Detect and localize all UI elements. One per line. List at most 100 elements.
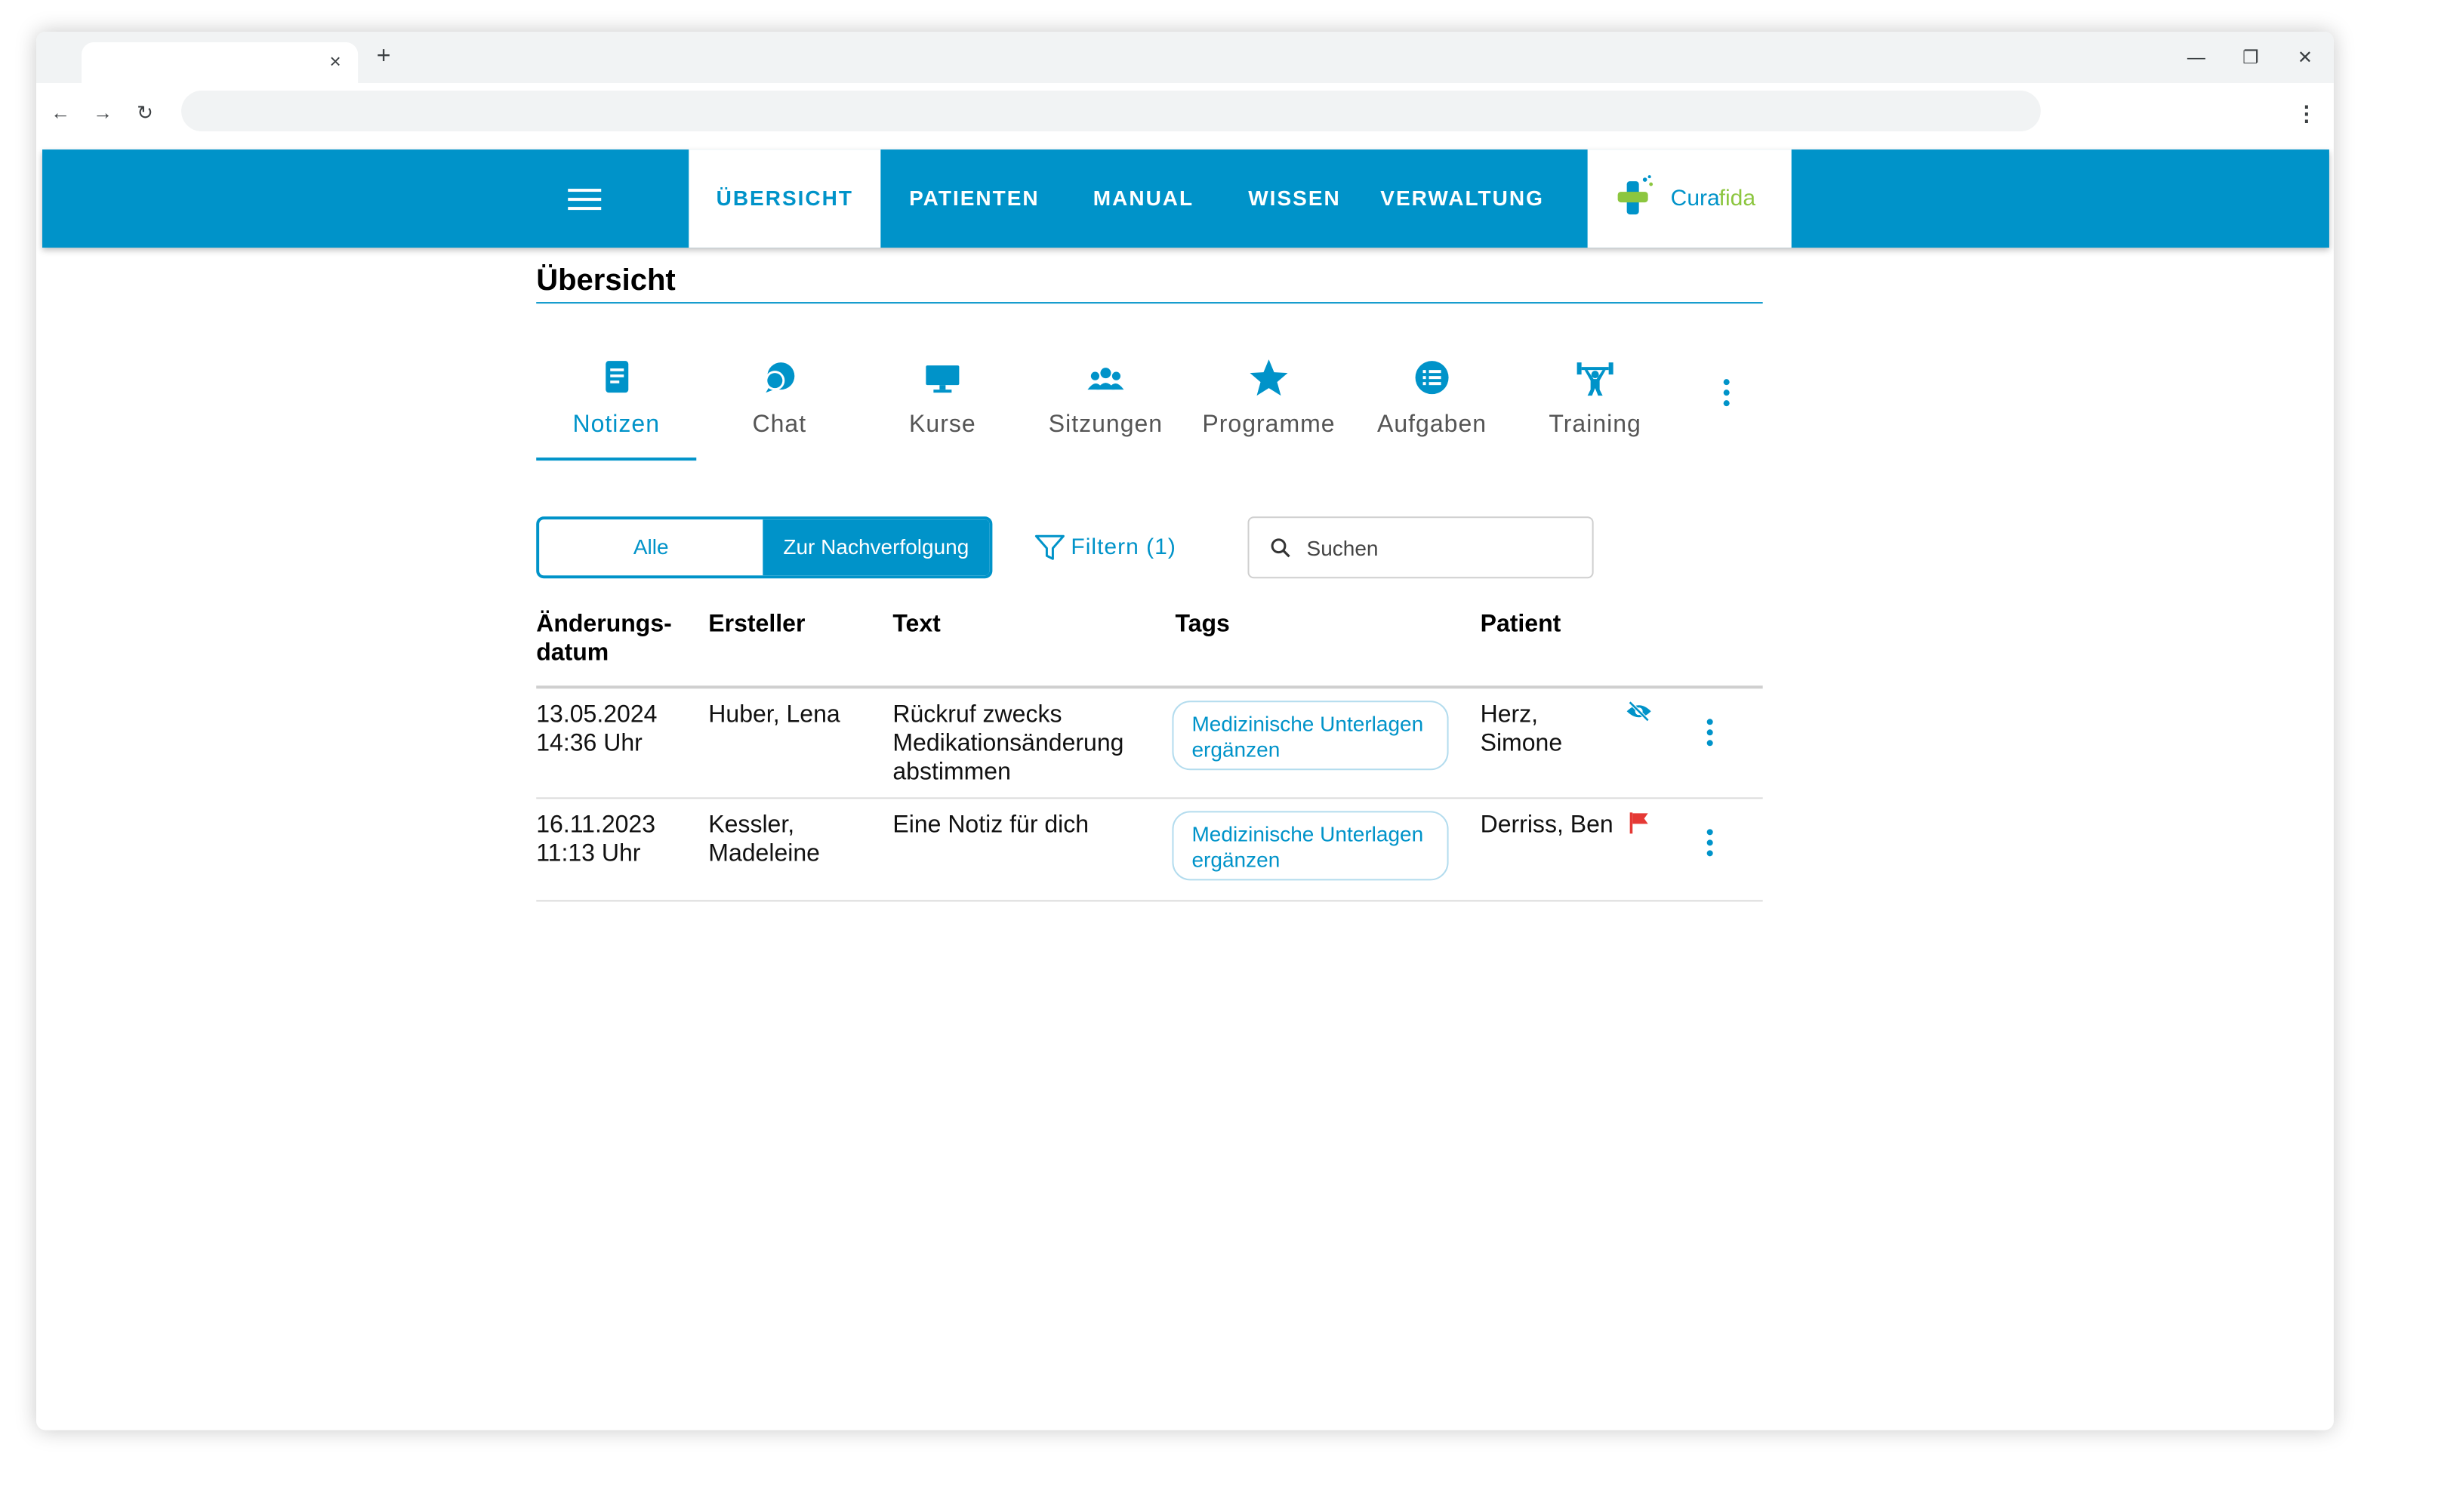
curafida-logo-icon: Cura fida	[1617, 175, 1756, 215]
reload-icon[interactable]: ↻	[130, 98, 160, 128]
eye-off-icon[interactable]	[1626, 701, 1653, 722]
tag-chip[interactable]: Medizinische Unterlagen ergänzen	[1172, 701, 1449, 771]
creator-cell: Huber, Lena	[708, 701, 840, 729]
tab-kurse[interactable]: Kurse	[862, 347, 1022, 462]
creator-text: Kessler,	[708, 812, 795, 839]
toggle-follow-up-button[interactable]: Zur Nachverfolgung	[763, 519, 990, 576]
category-tabs: Notizen Chat Kurse Sitzungen Programme A…	[536, 347, 1762, 462]
note-text: Medikationsänderung	[892, 731, 1124, 757]
tag-text: Medizinische Unterlagen	[1191, 711, 1424, 736]
search-field[interactable]	[1247, 516, 1594, 579]
address-bar[interactable]	[181, 91, 2041, 132]
tab-notizen[interactable]: Notizen	[536, 347, 697, 462]
nav-wissen[interactable]: WISSEN	[1226, 149, 1362, 248]
patient-text: Herz,	[1480, 702, 1539, 728]
note-icon	[606, 361, 629, 393]
column-header-patient[interactable]: Patient	[1481, 610, 1561, 639]
tab-aufgaben[interactable]: Aufgaben	[1352, 347, 1512, 462]
patient-cell[interactable]: Derriss, Ben	[1481, 811, 1613, 839]
filter-icon	[1034, 534, 1065, 560]
time-text: 11:13 Uhr	[536, 841, 641, 867]
tab-label: Sitzungen	[1048, 412, 1163, 439]
screen: × + — ❐ ✕ ← → ↻ ⋮ ÜBERSICHT PATIENTEN MA…	[0, 0, 2441, 1512]
minimize-icon[interactable]: —	[2178, 42, 2214, 72]
column-header-date[interactable]: Änderungs- datum	[536, 610, 672, 667]
row-divider	[536, 900, 1763, 902]
header-divider	[536, 685, 1763, 688]
search-input[interactable]	[1306, 531, 1579, 565]
header-text: datum	[536, 640, 609, 667]
svg-text:fida: fida	[1719, 186, 1756, 211]
date-cell: 13.05.2024 14:36 Uhr	[536, 701, 657, 758]
header-text: Änderungs-	[536, 611, 672, 638]
tag-text: ergänzen	[1191, 737, 1281, 762]
date-cell: 16.11.2023 11:13 Uhr	[536, 811, 655, 868]
tag-text: Medizinische Unterlagen	[1191, 821, 1424, 846]
creator-cell: Kessler, Madeleine	[708, 811, 820, 868]
date-text: 13.05.2024	[536, 702, 658, 728]
browser-toolbar: ← → ↻ ⋮	[36, 83, 2334, 144]
patient-cell[interactable]: Herz, Simone	[1481, 701, 1563, 758]
row-divider	[536, 797, 1763, 799]
page-title: Übersicht	[536, 264, 676, 298]
time-text: 14:36 Uhr	[536, 731, 643, 757]
tag-text: ergänzen	[1191, 847, 1281, 872]
nav-uebersicht[interactable]: ÜBERSICHT	[689, 149, 881, 248]
hamburger-menu-icon[interactable]	[568, 183, 602, 213]
svg-text:Cura: Cura	[1671, 186, 1720, 211]
tab-label: Chat	[752, 412, 807, 439]
chat-icon	[765, 362, 795, 393]
text-cell: Eine Notiz für dich	[892, 811, 1089, 839]
monitor-icon	[926, 365, 960, 393]
nav-verwaltung[interactable]: VERWALTUNG	[1372, 149, 1553, 248]
tab-label: Notizen	[572, 412, 661, 439]
date-text: 16.11.2023	[536, 812, 656, 839]
new-tab-icon[interactable]: +	[370, 44, 397, 71]
patient-text: Derriss, Ben	[1480, 812, 1613, 839]
weightlifting-icon	[1576, 362, 1613, 396]
tab-label: Kurse	[909, 412, 976, 439]
nav-manual[interactable]: MANUAL	[1069, 149, 1217, 248]
browser-tab[interactable]: ×	[82, 42, 359, 84]
tab-training[interactable]: Training	[1515, 347, 1675, 462]
note-text: abstimmen	[892, 759, 1011, 786]
note-text: Eine Notiz für dich	[892, 812, 1090, 839]
tab-close-icon[interactable]: ×	[322, 48, 349, 75]
tab-strip: × + — ❐ ✕	[36, 32, 2334, 84]
back-icon[interactable]: ←	[45, 98, 76, 128]
search-icon	[1271, 538, 1290, 558]
tab-programme[interactable]: Programme	[1188, 347, 1348, 462]
title-divider	[536, 302, 1763, 304]
restore-icon[interactable]: ❐	[2233, 42, 2269, 72]
close-window-icon[interactable]: ✕	[2287, 42, 2323, 72]
filter-label: Filtern (1)	[1071, 534, 1176, 561]
creator-text: Madeleine	[708, 841, 820, 867]
more-tabs-icon[interactable]	[1712, 374, 1742, 414]
app-header: ÜBERSICHT PATIENTEN MANUAL WISSEN VERWAL…	[42, 149, 2329, 248]
star-icon	[1250, 359, 1288, 396]
curafida-logo[interactable]: Cura fida	[1587, 149, 1792, 248]
tab-chat[interactable]: Chat	[699, 347, 859, 462]
tab-label: Aufgaben	[1377, 412, 1487, 439]
text-cell: Rückruf zwecks Medikationsänderung absti…	[892, 701, 1123, 787]
column-header-text[interactable]: Text	[892, 610, 940, 639]
nav-patienten[interactable]: PATIENTEN	[888, 149, 1060, 248]
toggle-all-button[interactable]: Alle	[539, 519, 763, 576]
view-toggle: Alle Zur Nachverfolgung	[536, 516, 993, 579]
flag-icon[interactable]	[1629, 811, 1650, 835]
row-menu-icon[interactable]	[1703, 716, 1718, 749]
tab-label: Training	[1549, 412, 1641, 439]
tab-label: Programme	[1202, 412, 1336, 439]
note-text: Rückruf zwecks	[892, 702, 1062, 728]
tag-chip[interactable]: Medizinische Unterlagen ergänzen	[1172, 811, 1449, 881]
browser-menu-icon[interactable]: ⋮	[2292, 98, 2322, 128]
column-header-creator[interactable]: Ersteller	[708, 610, 805, 639]
active-tab-indicator	[536, 457, 697, 461]
row-menu-icon[interactable]	[1703, 826, 1718, 859]
group-icon	[1087, 368, 1124, 390]
tab-sitzungen[interactable]: Sitzungen	[1025, 347, 1185, 462]
column-header-tags[interactable]: Tags	[1175, 610, 1229, 639]
list-icon	[1415, 361, 1449, 395]
patient-text: Simone	[1480, 731, 1563, 757]
forward-icon[interactable]: →	[88, 98, 118, 128]
